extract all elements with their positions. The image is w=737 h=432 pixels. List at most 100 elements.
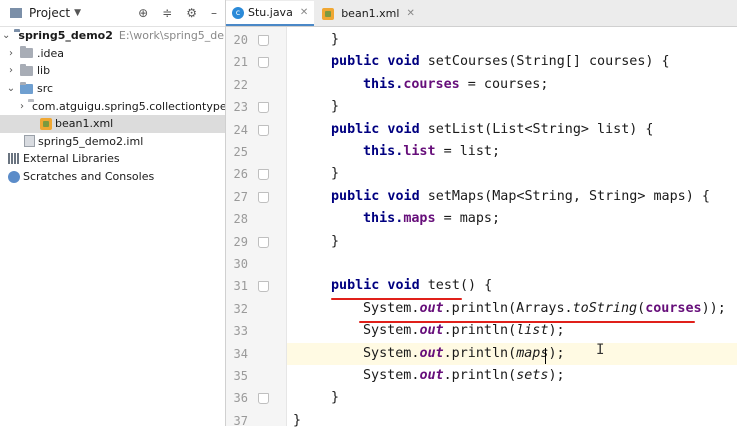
project-panel: Project ▼ ⊕ ≑ ⚙ – ⌄ spring5_demo2 E:\wor… bbox=[0, 0, 226, 426]
code-keyword: public void bbox=[331, 278, 420, 294]
code-line[interactable]: public void test() { bbox=[287, 275, 737, 297]
java-class-icon: c bbox=[232, 6, 244, 19]
fold-marker-icon[interactable] bbox=[258, 169, 269, 181]
tree-item-label: lib bbox=[37, 64, 51, 78]
code-line[interactable]: } bbox=[287, 231, 737, 253]
fold-marker-icon[interactable] bbox=[258, 102, 269, 114]
code-line[interactable]: this.list = list; bbox=[287, 141, 737, 163]
code-token: System. bbox=[363, 345, 420, 361]
fold-marker-icon[interactable] bbox=[258, 191, 269, 203]
code-line[interactable]: } bbox=[287, 96, 737, 118]
code-token: setList(List<String> list) { bbox=[427, 121, 654, 137]
line-number: 33 bbox=[233, 324, 248, 339]
source-folder-icon bbox=[20, 81, 33, 94]
editor-area: c Stu.java ✕ bean1.xml ✕ 20 21 22 23 24 25 26 2… bbox=[226, 0, 737, 428]
tree-item-external-libraries[interactable]: External Libraries bbox=[0, 150, 225, 168]
code-token: .println( bbox=[443, 345, 517, 361]
tab-stu-java[interactable]: c Stu.java ✕ bbox=[226, 1, 315, 26]
red-underline-println-courses bbox=[359, 321, 695, 323]
code-token: ); bbox=[548, 368, 565, 383]
project-panel-header: Project ▼ ⊕ ≑ ⚙ – bbox=[0, 0, 225, 27]
tree-item-label: spring5_demo2 bbox=[18, 29, 113, 43]
tree-item-idea[interactable]: › .idea bbox=[0, 45, 225, 63]
tree-item-label: External Libraries bbox=[23, 152, 120, 166]
project-view-selector[interactable]: Project ▼ bbox=[10, 6, 81, 20]
fold-marker-icon[interactable] bbox=[258, 124, 269, 136]
code-token: = courses; bbox=[459, 76, 549, 92]
line-number: 34 bbox=[233, 346, 248, 361]
code-token: = maps; bbox=[435, 211, 501, 227]
tree-item-src[interactable]: ⌄ src bbox=[0, 80, 225, 98]
close-icon[interactable]: ✕ bbox=[406, 8, 414, 19]
tree-item-label: com.atguigu.spring5.collectiontype bbox=[32, 99, 226, 113]
fold-marker-icon[interactable] bbox=[258, 35, 269, 46]
code-field: maps bbox=[403, 211, 436, 227]
code-token: setCourses(String[] courses) { bbox=[427, 54, 670, 70]
code-editor[interactable]: }} System.out.println(sets); System.out.pr… bbox=[287, 27, 737, 428]
code-token: = list; bbox=[435, 144, 501, 159]
code-line[interactable]: System.out.println(list); bbox=[287, 320, 737, 342]
fold-marker-icon[interactable] bbox=[258, 281, 269, 293]
chevron-right-icon[interactable]: › bbox=[20, 101, 24, 112]
tab-label: Stu.java bbox=[248, 6, 293, 19]
fold-marker-icon[interactable] bbox=[258, 236, 269, 248]
code-token: ); bbox=[548, 323, 565, 339]
tree-item-package[interactable]: › com.atguigu.spring5.collectiontype bbox=[0, 97, 225, 115]
tree-item-iml[interactable]: spring5_demo2.iml bbox=[0, 133, 225, 151]
chevron-down-icon[interactable]: ⌄ bbox=[6, 83, 16, 94]
line-number: 20 bbox=[233, 33, 248, 47]
tree-item-label: .idea bbox=[37, 46, 65, 60]
code-line[interactable]: } bbox=[287, 163, 737, 185]
line-number: 29 bbox=[233, 234, 248, 249]
locate-icon[interactable]: ⊕ bbox=[138, 6, 148, 20]
code-token: setMaps(Map<String, String> maps) { bbox=[427, 188, 710, 204]
gear-icon[interactable]: ⚙ bbox=[186, 6, 197, 20]
chevron-down-icon[interactable]: ⌄ bbox=[2, 30, 10, 41]
chevron-right-icon[interactable]: › bbox=[6, 48, 16, 59]
tree-item-module[interactable]: ⌄ spring5_demo2 E:\work\spring5_demo2 bbox=[0, 27, 225, 45]
code-line[interactable]: this.courses = courses; bbox=[287, 74, 737, 96]
chevron-right-icon[interactable]: › bbox=[6, 65, 16, 76]
line-number: 27 bbox=[233, 189, 248, 204]
fold-marker-icon[interactable] bbox=[258, 57, 269, 69]
close-icon[interactable]: ✕ bbox=[300, 7, 308, 18]
red-underline-test-method bbox=[331, 298, 462, 300]
code-line[interactable]: } bbox=[287, 387, 737, 409]
code-token: test() { bbox=[427, 278, 493, 294]
collapse-icon[interactable]: ≑ bbox=[162, 6, 172, 20]
code-line[interactable]: public void setList(List<String> list) { bbox=[287, 119, 737, 141]
hide-icon[interactable]: – bbox=[211, 6, 217, 20]
code-line[interactable]: System.out.println(Arrays.toString(cours… bbox=[287, 298, 737, 320]
xml-file-icon bbox=[322, 7, 335, 20]
line-number: 32 bbox=[233, 301, 248, 316]
code-token: System. bbox=[363, 368, 420, 383]
tab-bean1-xml[interactable]: bean1.xml ✕ bbox=[314, 1, 421, 26]
tree-item-bean1-xml[interactable]: bean1.xml bbox=[0, 114, 225, 133]
project-icon bbox=[10, 8, 22, 18]
code-keyword: public void bbox=[331, 54, 420, 70]
line-number: 24 bbox=[233, 122, 248, 137]
code-line[interactable]: } bbox=[287, 410, 737, 432]
code-line[interactable]: } bbox=[287, 29, 737, 51]
tree-item-scratches[interactable]: Scratches and Consoles bbox=[0, 168, 225, 186]
code-line[interactable]: System.out.println(maps); bbox=[287, 342, 737, 365]
line-number: 31 bbox=[233, 279, 248, 294]
tree-item-lib[interactable]: › lib bbox=[0, 62, 225, 80]
code-line[interactable]: this.maps = maps; bbox=[287, 208, 737, 230]
code-line[interactable] bbox=[287, 253, 737, 275]
folder-icon bbox=[20, 63, 33, 76]
code-keyword: this. bbox=[363, 76, 404, 92]
project-tree: ⌄ spring5_demo2 E:\work\spring5_demo2 › … bbox=[0, 27, 225, 185]
chevron-down-icon[interactable]: ▼ bbox=[74, 8, 81, 18]
tab-label: bean1.xml bbox=[341, 7, 400, 20]
code-token: out bbox=[419, 345, 444, 361]
line-number: 36 bbox=[233, 391, 248, 406]
line-number: 21 bbox=[233, 55, 248, 70]
code-token: out bbox=[419, 368, 444, 383]
code-line[interactable]: public void setMaps(Map<String, String> … bbox=[287, 186, 737, 208]
code-line[interactable]: public void setCourses(String[] courses)… bbox=[287, 51, 737, 73]
fold-marker-icon[interactable] bbox=[258, 393, 269, 405]
tree-item-label: src bbox=[37, 82, 54, 96]
code-line[interactable]: System.out.println(sets); bbox=[287, 365, 737, 387]
line-number: 37 bbox=[233, 413, 248, 428]
